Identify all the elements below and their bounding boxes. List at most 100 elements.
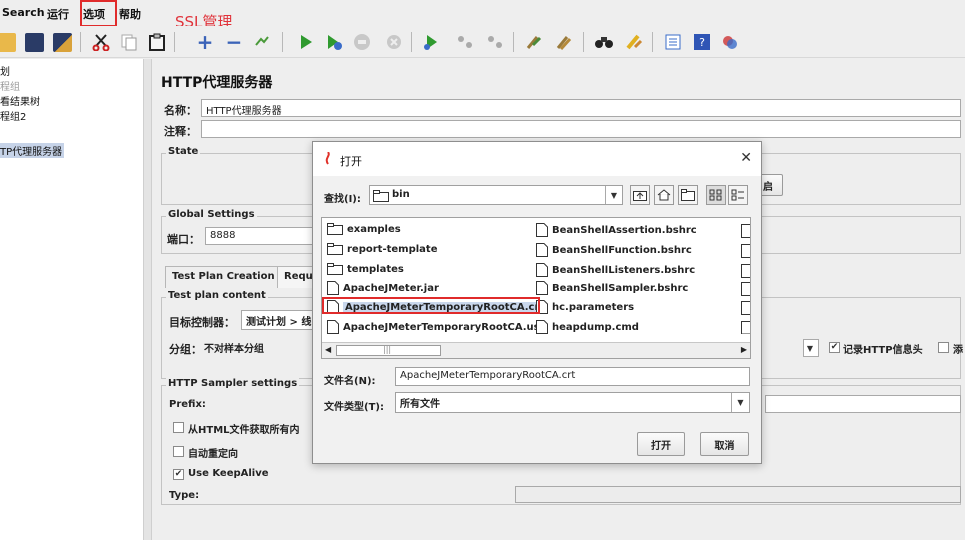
comment-label: 注释： [164,125,197,138]
tree-item[interactable]: 看结果树 [0,93,40,108]
collapse-icon[interactable]: − [222,30,246,54]
copy-icon[interactable] [117,30,141,54]
new-folder-button[interactable] [678,185,698,205]
grouping-label: 分组： [169,343,202,356]
scrollbar-grip: ||| [383,345,392,354]
toolbar: + − ? [0,26,965,58]
redirect-checkbox[interactable] [173,446,184,457]
test-plan-tree: 划 程组 看结果树 程组2 TP代理服务器 [0,59,143,540]
expand-icon[interactable]: + [193,30,217,54]
list-item[interactable]: examples [327,223,401,235]
remote-start-icon[interactable] [419,30,443,54]
keepalive-checkbox[interactable]: ✔ [173,469,184,480]
scroll-left-icon[interactable]: ◀ [325,345,331,354]
partial-checkbox[interactable] [938,342,949,353]
menu-help[interactable]: 帮助 [119,6,141,22]
file-icon-column-partial [741,224,750,334]
save-icon[interactable] [22,30,46,54]
clear-icon[interactable] [522,30,546,54]
paste-icon[interactable] [145,30,169,54]
target-controller-select[interactable]: 测试计划 > 线 [241,310,313,330]
type-field[interactable] [515,486,961,503]
java-icon [325,152,330,165]
list-item[interactable]: BeanShellSampler.bshrc [536,281,688,295]
retrieve-resources-checkbox[interactable] [173,422,184,433]
file-icon [536,320,548,334]
port-field[interactable]: 8888 [205,227,315,245]
folder-icon [373,190,389,202]
toggle-icon[interactable] [250,30,274,54]
details-view-button[interactable] [728,185,748,205]
file-icon [536,281,548,295]
look-in-value: bin [392,189,410,200]
list-item[interactable]: report-template [327,243,437,255]
log-viewer-icon[interactable] [718,30,742,54]
tab-test-plan-creation[interactable]: Test Plan Creation [165,266,282,288]
stop-icon[interactable] [350,30,374,54]
scrollbar-thumb[interactable]: ||| [336,345,441,356]
file-icon [327,281,339,295]
comment-field[interactable] [201,120,961,138]
shutdown-icon[interactable] [382,30,406,54]
filename-input[interactable]: ApacheJMeterTemporaryRootCA.crt [395,367,750,386]
remote-shutdown-icon[interactable] [483,30,507,54]
list-item[interactable]: ApacheJMeterTemporaryRootCA.usr [327,320,545,334]
chevron-down-icon[interactable]: ▼ [731,393,749,412]
grouping-dropdown-arrow[interactable]: ▼ [803,339,819,357]
page-title: HTTP代理服务器 [161,75,273,91]
list-item[interactable]: templates [327,263,404,275]
cut-icon[interactable] [89,30,113,54]
type-label: Type: [169,490,200,501]
pane-splitter[interactable] [143,59,152,540]
dialog-titlebar[interactable]: 打开 ✕ [313,142,761,176]
keepalive-label: Use KeepAlive [188,468,269,479]
clear-all-icon[interactable] [552,30,576,54]
menu-run[interactable]: 运行 [47,6,69,22]
folder-icon [327,223,343,235]
list-item[interactable]: heapdump.cmd [536,320,639,334]
grouping-select[interactable]: 不对样本分组 [199,337,315,357]
search-icon[interactable] [592,30,616,54]
list-item[interactable]: BeanShellListeners.bshrc [536,263,695,277]
open-file-dialog: 打开 ✕ 查找(I): bin ▼ examples report-templa… [312,141,762,464]
prefix-label: Prefix: [169,399,206,410]
function-helper-icon[interactable] [661,30,685,54]
horizontal-scrollbar[interactable]: ◀ ||| ▶ [322,342,750,358]
tree-item-selected[interactable]: TP代理服务器 [0,143,65,158]
test-plan-content-title: Test plan content [166,290,268,301]
list-item[interactable]: hc.parameters [536,300,634,314]
prefix-field[interactable] [765,395,961,413]
scroll-right-icon[interactable]: ▶ [741,345,747,354]
list-item[interactable]: BeanShellAssertion.bshrc [536,223,697,237]
start-no-pause-icon[interactable] [322,30,346,54]
home-button[interactable] [654,185,674,205]
state-group-title: State [166,146,201,157]
tree-item[interactable]: 划 [0,63,10,78]
filename-label: 文件名(N): [324,376,376,387]
close-icon[interactable]: ✕ [740,150,752,166]
chevron-down-icon[interactable]: ▼ [605,186,622,204]
target-controller-label: 目标控制器： [169,316,235,329]
save-as-icon[interactable] [50,30,74,54]
list-item[interactable]: ApacheJMeter.jar [327,281,439,295]
reset-search-icon[interactable] [622,30,646,54]
tree-item[interactable]: 程组2 [0,108,26,123]
list-view-button[interactable] [706,185,726,205]
look-in-select[interactable]: bin ▼ [369,185,623,205]
menu-search[interactable]: Search [2,6,45,19]
remote-stop-icon[interactable] [453,30,477,54]
cancel-button[interactable]: 取消 [700,432,749,456]
open-icon[interactable] [0,30,18,54]
help-icon[interactable]: ? [690,30,714,54]
list-item[interactable]: BeanShellFunction.bshrc [536,243,692,257]
name-field[interactable]: HTTP代理服务器 [201,99,961,117]
menu-bar: Search 运行 选项 帮助 [0,0,965,27]
open-button[interactable]: 打开 [637,432,685,456]
up-folder-button[interactable] [630,185,650,205]
redirect-label: 自动重定向 [188,449,238,460]
start-icon[interactable] [294,30,318,54]
record-headers-checkbox[interactable]: ✔ [829,342,840,353]
filetype-select[interactable]: 所有文件 ▼ [395,392,750,413]
tab-requests-filtering[interactable]: Requ [277,266,315,288]
tree-item[interactable]: 程组 [0,78,20,93]
